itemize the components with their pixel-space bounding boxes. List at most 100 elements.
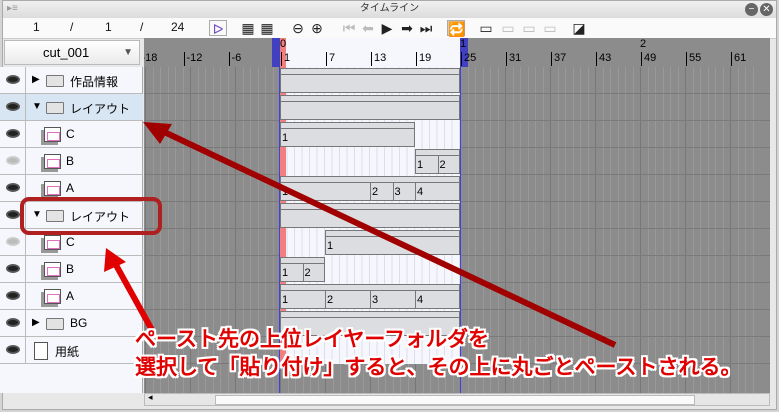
cel-marker[interactable]: 3 [392, 183, 401, 200]
clip-handle-bar[interactable] [326, 231, 459, 237]
layer-row[interactable]: B [0, 256, 143, 283]
eye-icon[interactable] [6, 156, 20, 165]
cel-marker[interactable]: 1 [280, 264, 288, 281]
cut-number: 0 [280, 38, 287, 50]
clip-handle-bar[interactable] [281, 123, 414, 129]
ruler-label: -12 [183, 52, 202, 66]
panel-menu-icon[interactable]: ▸≡ [7, 1, 18, 17]
eye-icon[interactable] [6, 75, 20, 84]
eye-icon[interactable] [6, 345, 20, 354]
clip-handle-bar[interactable] [281, 69, 459, 75]
play-icon[interactable]: ▶ [378, 20, 396, 36]
collapsed-triangle-icon[interactable]: ▶ [32, 74, 40, 85]
track-row[interactable] [144, 67, 770, 94]
expanded-triangle-icon[interactable]: ▼ [32, 101, 42, 112]
minimize-icon[interactable]: − [745, 3, 758, 16]
divider [25, 310, 26, 337]
timeline-clip[interactable] [280, 203, 460, 228]
timeline-clip[interactable] [280, 68, 460, 93]
zoom-in-icon[interactable]: ⊕ [308, 20, 326, 36]
layer-row[interactable]: 用紙 [0, 337, 143, 364]
new-animation-folder-icon[interactable]: ▦ [258, 20, 276, 36]
cel-marker[interactable]: 1 [280, 129, 288, 146]
eye-icon[interactable] [6, 291, 20, 300]
layer-row[interactable]: A [0, 283, 143, 310]
track-row[interactable]: 1 2 3 4 [144, 283, 770, 310]
track-row[interactable]: 1 [144, 121, 770, 148]
cel-marker[interactable]: 2 [325, 291, 333, 308]
cel-marker[interactable]: 4 [415, 183, 423, 200]
collapsed-triangle-icon[interactable]: ▶ [32, 317, 40, 328]
layer-row[interactable]: ▼ レイアウト [0, 202, 143, 229]
layer-name: A [66, 181, 75, 195]
timeline-clip[interactable]: 1 [280, 122, 415, 147]
clip-handle-bar[interactable] [281, 204, 459, 210]
divider [25, 229, 26, 256]
timeline-clip[interactable]: 1 234 [280, 176, 460, 201]
link-cel-icon[interactable]: ▭ [520, 20, 538, 36]
cel-marker[interactable]: 2 [437, 156, 446, 173]
frame-ruler[interactable]: -18 -12 -6 1 7 13 19 25 31 37 43 49 55 61 0 1 2 [144, 38, 770, 67]
scrollbar-thumb[interactable] [215, 395, 695, 405]
cel-marker[interactable]: 1 [415, 156, 423, 173]
track-row[interactable]: 1 [144, 229, 770, 256]
timeline-clip[interactable]: 1 2 3 4 [280, 284, 460, 309]
close-icon[interactable]: ✕ [760, 3, 773, 16]
eye-icon[interactable] [6, 210, 20, 219]
cel-marker[interactable]: 2 [370, 183, 378, 200]
annotation-text: ペースト先の上位レイヤーフォルダを 選択して「貼り付け」すると、その上に丸ごとペ… [135, 326, 741, 382]
zoom-out-icon[interactable]: ⊖ [289, 20, 307, 36]
layer-row[interactable]: ▶ BG [0, 310, 143, 337]
divider [25, 283, 26, 310]
eye-icon[interactable] [6, 264, 20, 273]
cel-marker[interactable]: 4 [415, 291, 423, 308]
track-row[interactable]: 12 [144, 256, 770, 283]
eye-icon[interactable] [6, 237, 20, 246]
track-row[interactable] [144, 202, 770, 229]
layer-row[interactable]: A [0, 175, 143, 202]
layer-row[interactable]: C [0, 229, 143, 256]
new-timeline-icon[interactable]: ▦ [239, 20, 257, 36]
cel-marker[interactable]: 1 [325, 237, 333, 254]
eye-icon[interactable] [6, 183, 20, 192]
layer-row[interactable]: B [0, 148, 143, 175]
clip-handle-bar[interactable] [281, 312, 459, 318]
scroll-left-icon[interactable]: ◂ [148, 392, 153, 403]
last-frame-icon[interactable]: ⏭ [417, 20, 435, 36]
timeline-clip[interactable] [280, 95, 460, 120]
layer-name: A [66, 289, 75, 303]
horizontal-scrollbar[interactable]: ◂ [144, 392, 770, 406]
track-row[interactable]: 12 [144, 148, 770, 175]
cel-marker[interactable]: 1 [280, 183, 288, 200]
timeline-clip[interactable]: 1 [325, 230, 460, 255]
cel-marker[interactable]: 2 [302, 264, 311, 281]
current-frame: 1 [33, 20, 40, 34]
new-frame-icon[interactable]: ▭ [499, 20, 517, 36]
layer-row[interactable]: ▶ 作品情報 [0, 67, 143, 94]
first-frame-icon[interactable]: ⏮ [340, 20, 358, 36]
cel-marker[interactable]: 1 [280, 291, 288, 308]
cel-marker[interactable]: 3 [370, 291, 378, 308]
previous-frame-icon[interactable]: ⬅ [359, 20, 377, 36]
eye-icon[interactable] [6, 318, 20, 327]
layer-name: B [66, 262, 75, 276]
timeline-clip[interactable]: 12 [280, 257, 325, 282]
light-table-icon[interactable]: ◪ [570, 20, 588, 36]
unlink-cel-icon[interactable]: ▭ [541, 20, 559, 36]
eye-icon[interactable] [6, 102, 20, 111]
track-row[interactable] [144, 94, 770, 121]
cut-selector[interactable]: cut_001 ▼ [4, 40, 140, 65]
layer-row[interactable]: ▼ レイアウト [0, 94, 143, 121]
timeline-clip[interactable]: 12 [415, 149, 460, 174]
loop-icon[interactable]: 🔁 [447, 20, 465, 37]
next-frame-icon[interactable]: ➡ [398, 20, 416, 36]
folder-icon [46, 75, 64, 87]
eye-icon[interactable] [6, 129, 20, 138]
track-row[interactable]: 1 234 [144, 175, 770, 202]
new-cel-icon[interactable]: ▭ [477, 20, 495, 36]
onion-skin-icon[interactable]: ᐅ [209, 20, 227, 37]
cut-boundary-marker[interactable] [272, 38, 280, 67]
clip-handle-bar[interactable] [281, 96, 459, 102]
expanded-triangle-icon[interactable]: ▼ [32, 209, 42, 220]
layer-row[interactable]: C [0, 121, 143, 148]
